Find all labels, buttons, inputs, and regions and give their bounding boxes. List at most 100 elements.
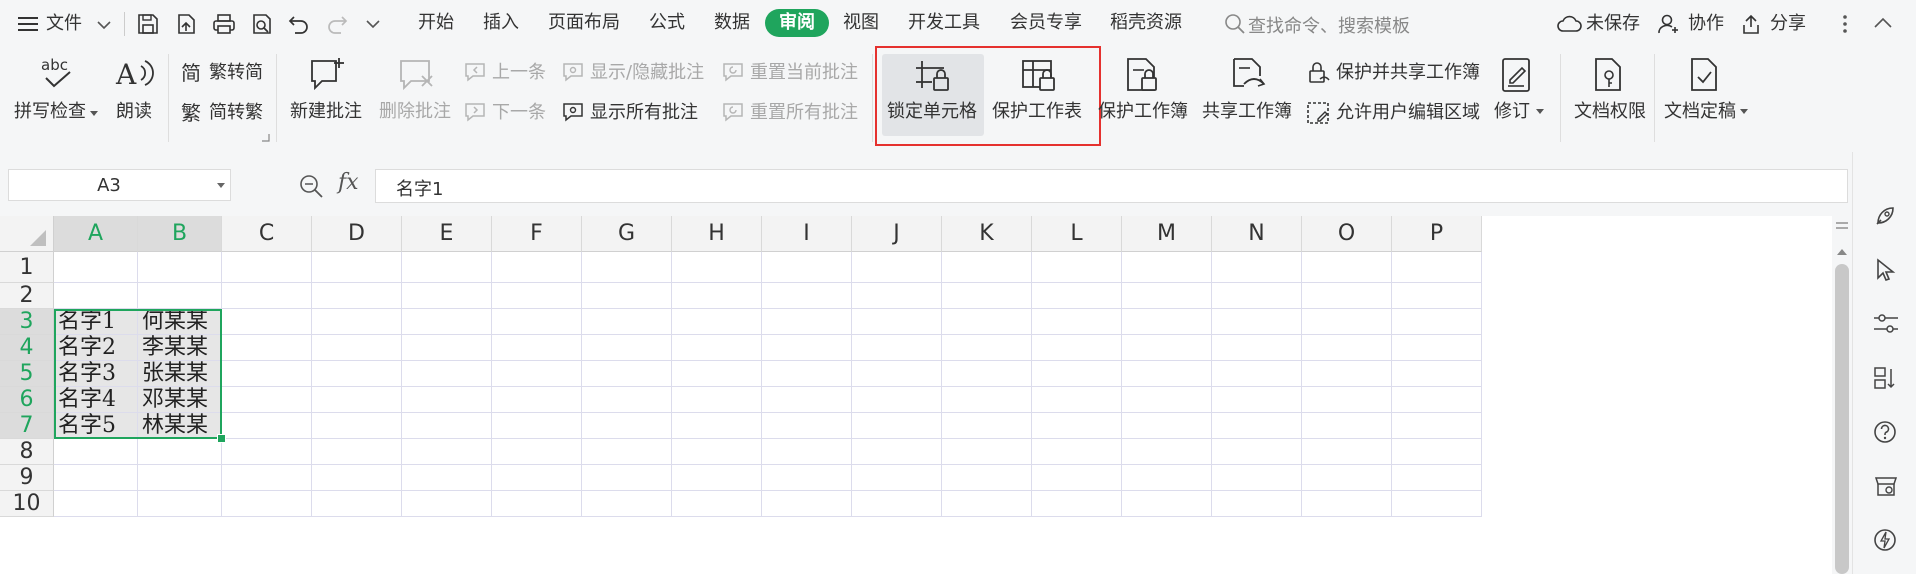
- cell-o2[interactable]: [1302, 283, 1392, 309]
- cell-m3[interactable]: [1122, 309, 1212, 335]
- file-menu[interactable]: 文件: [46, 12, 82, 36]
- cell-j7[interactable]: [852, 413, 942, 439]
- sort-icon[interactable]: [1873, 366, 1899, 390]
- search-input[interactable]: 查找命令、搜索模板: [1248, 12, 1410, 38]
- spell-check-icon[interactable]: abc: [38, 54, 76, 92]
- cell-a2[interactable]: [54, 283, 138, 309]
- store-icon[interactable]: [1873, 474, 1899, 498]
- cell-c6[interactable]: [222, 387, 312, 413]
- cell-j5[interactable]: [852, 361, 942, 387]
- cloud-sync-icon[interactable]: [1556, 13, 1582, 35]
- cell-c9[interactable]: [222, 465, 312, 491]
- cell-f4[interactable]: [492, 335, 582, 361]
- cell-n2[interactable]: [1212, 283, 1302, 309]
- more-options-icon[interactable]: [1842, 14, 1848, 34]
- cell-p3[interactable]: [1392, 309, 1482, 335]
- cell-g5[interactable]: [582, 361, 672, 387]
- row-header-1[interactable]: 1: [0, 252, 54, 283]
- cell-e4[interactable]: [402, 335, 492, 361]
- cell-g1[interactable]: [582, 252, 672, 283]
- trad-to-simp-button[interactable]: 繁转简: [209, 61, 263, 85]
- cell-i2[interactable]: [762, 283, 852, 309]
- cell-h2[interactable]: [672, 283, 762, 309]
- cell-f10[interactable]: [492, 491, 582, 517]
- cell-k3[interactable]: [942, 309, 1032, 335]
- cell-m4[interactable]: [1122, 335, 1212, 361]
- cell-d3[interactable]: [312, 309, 402, 335]
- print-icon[interactable]: [212, 12, 236, 36]
- cell-n9[interactable]: [1212, 465, 1302, 491]
- share-workbook-button[interactable]: 共享工作簿: [1202, 100, 1292, 124]
- cell-b3[interactable]: 何某某: [138, 309, 222, 335]
- cell-f6[interactable]: [492, 387, 582, 413]
- tab-docer[interactable]: 稻壳资源: [1110, 11, 1182, 35]
- column-header-g[interactable]: G: [582, 216, 672, 252]
- toggle-comments-button[interactable]: 显示/隐藏批注: [590, 61, 704, 85]
- cell-c2[interactable]: [222, 283, 312, 309]
- protect-share-workbook-button[interactable]: 保护并共享工作簿: [1336, 61, 1480, 85]
- undo-icon[interactable]: [287, 12, 311, 36]
- reset-all-comments-button[interactable]: 重置所有批注: [750, 101, 858, 125]
- column-header-h[interactable]: H: [672, 216, 762, 252]
- help-icon[interactable]: [1873, 420, 1897, 444]
- cell-j4[interactable]: [852, 335, 942, 361]
- cell-k7[interactable]: [942, 413, 1032, 439]
- row-header-2[interactable]: 2: [0, 283, 54, 309]
- row-header-9[interactable]: 9: [0, 465, 54, 491]
- cell-f3[interactable]: [492, 309, 582, 335]
- cell-d1[interactable]: [312, 252, 402, 283]
- cell-b6[interactable]: 邓某某: [138, 387, 222, 413]
- simp-to-trad-icon[interactable]: 繁: [180, 100, 204, 124]
- cell-m2[interactable]: [1122, 283, 1212, 309]
- allow-edit-ranges-icon[interactable]: [1306, 101, 1330, 125]
- cell-e6[interactable]: [402, 387, 492, 413]
- vertical-scrollbar[interactable]: [1832, 216, 1852, 574]
- protect-workbook-icon[interactable]: [1124, 56, 1162, 94]
- cell-l2[interactable]: [1032, 283, 1122, 309]
- column-header-i[interactable]: I: [762, 216, 852, 252]
- cell-k5[interactable]: [942, 361, 1032, 387]
- cell-n10[interactable]: [1212, 491, 1302, 517]
- cell-f5[interactable]: [492, 361, 582, 387]
- cell-m8[interactable]: [1122, 439, 1212, 465]
- doc-finalize-button[interactable]: 文档定稿: [1664, 100, 1736, 124]
- cell-d7[interactable]: [312, 413, 402, 439]
- cell-e9[interactable]: [402, 465, 492, 491]
- cell-h4[interactable]: [672, 335, 762, 361]
- cell-b10[interactable]: [138, 491, 222, 517]
- cell-l4[interactable]: [1032, 335, 1122, 361]
- cell-c10[interactable]: [222, 491, 312, 517]
- delete-comment-button[interactable]: 删除批注: [379, 100, 451, 124]
- tab-view[interactable]: 视图: [843, 11, 879, 35]
- cell-g4[interactable]: [582, 335, 672, 361]
- column-header-l[interactable]: L: [1032, 216, 1122, 252]
- tab-formulas[interactable]: 公式: [649, 11, 685, 35]
- track-changes-button[interactable]: 修订: [1494, 100, 1530, 124]
- cell-e3[interactable]: [402, 309, 492, 335]
- cell-h9[interactable]: [672, 465, 762, 491]
- column-header-n[interactable]: N: [1212, 216, 1302, 252]
- lock-cells-button[interactable]: 锁定单元格: [887, 100, 977, 124]
- cell-l6[interactable]: [1032, 387, 1122, 413]
- protect-workbook-button[interactable]: 保护工作簿: [1098, 100, 1188, 124]
- tab-page-layout[interactable]: 页面布局: [548, 11, 620, 35]
- column-header-o[interactable]: O: [1302, 216, 1392, 252]
- cell-i9[interactable]: [762, 465, 852, 491]
- row-header-8[interactable]: 8: [0, 439, 54, 465]
- row-header-4[interactable]: 4: [0, 335, 54, 361]
- tab-home[interactable]: 开始: [418, 11, 454, 35]
- cell-h5[interactable]: [672, 361, 762, 387]
- cell-n1[interactable]: [1212, 252, 1302, 283]
- doc-permissions-icon[interactable]: [1592, 56, 1628, 94]
- cell-h10[interactable]: [672, 491, 762, 517]
- cell-m6[interactable]: [1122, 387, 1212, 413]
- cell-g3[interactable]: [582, 309, 672, 335]
- cell-j6[interactable]: [852, 387, 942, 413]
- cell-n7[interactable]: [1212, 413, 1302, 439]
- column-header-b[interactable]: B: [138, 216, 222, 252]
- cell-g10[interactable]: [582, 491, 672, 517]
- prev-comment-button[interactable]: 上一条: [492, 61, 546, 85]
- protect-sheet-button[interactable]: 保护工作表: [992, 100, 1082, 124]
- cell-l7[interactable]: [1032, 413, 1122, 439]
- simp-to-trad-button[interactable]: 简转繁: [209, 101, 263, 125]
